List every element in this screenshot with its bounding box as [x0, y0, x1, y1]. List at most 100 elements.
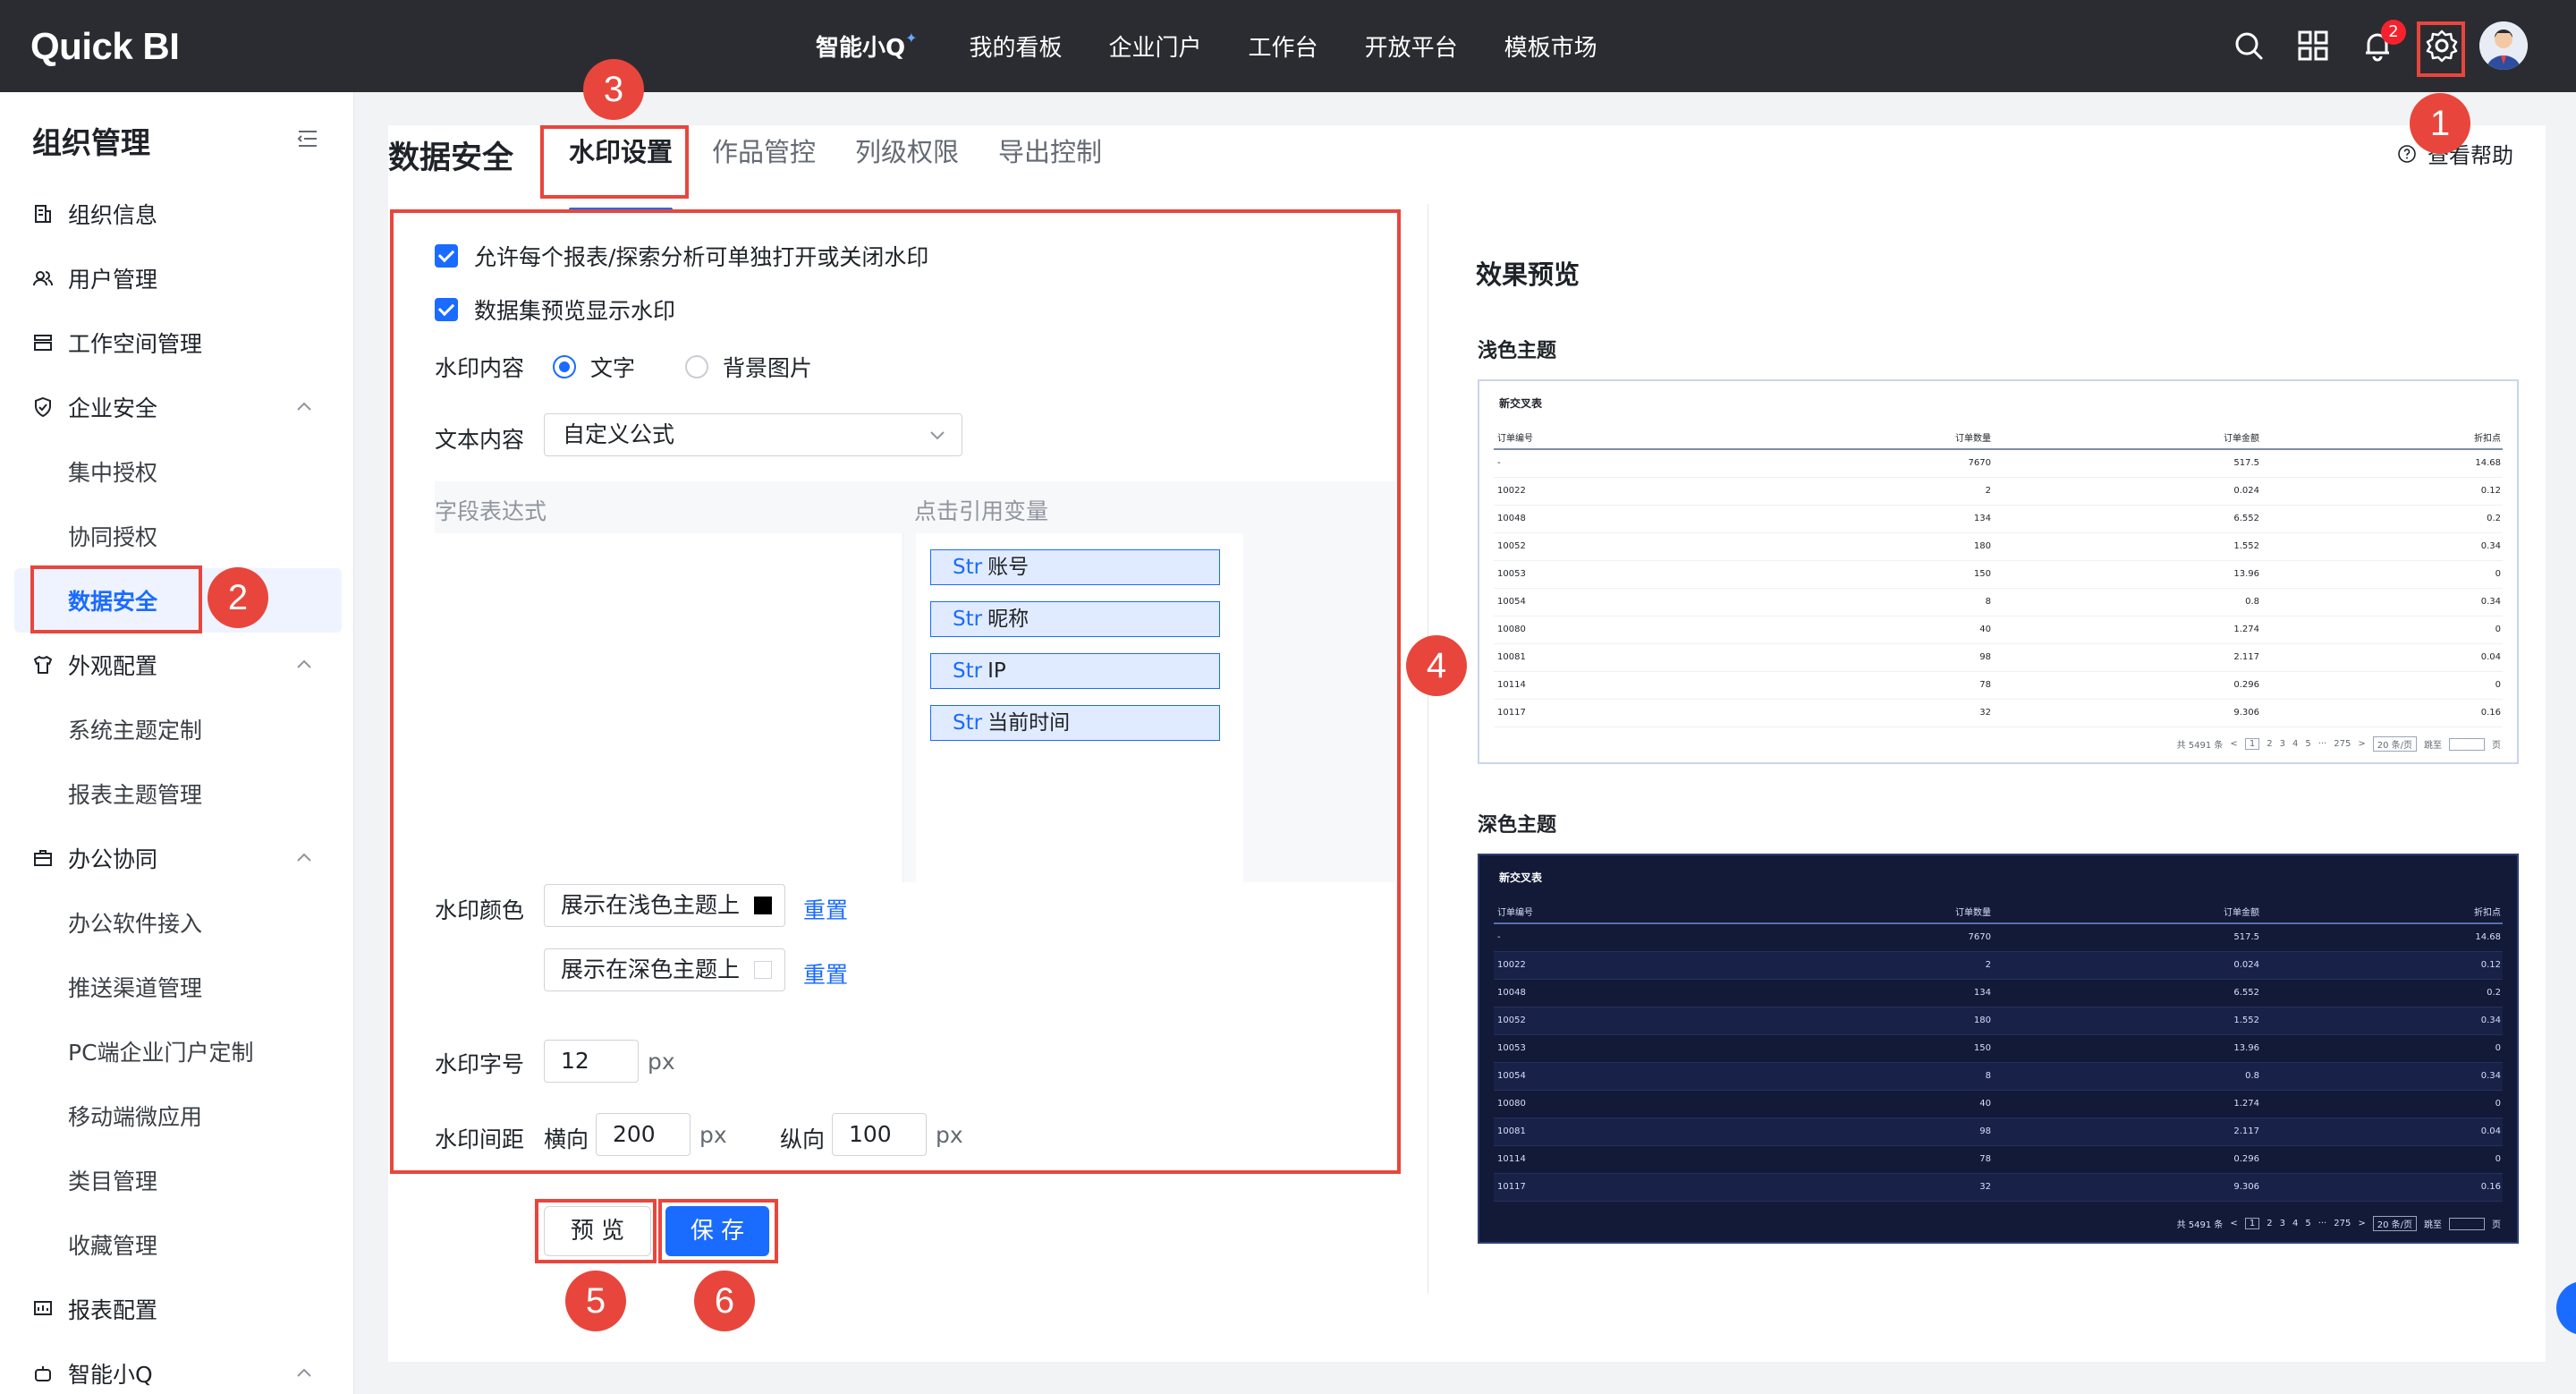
pagination-item[interactable]: >: [2358, 739, 2365, 749]
chevron-up-icon[interactable]: [293, 847, 315, 869]
pagination-item[interactable]: 20 条/页: [2372, 1216, 2417, 1231]
table-cell: 10053: [1497, 1043, 1526, 1053]
pagination-item[interactable]: 共 5491 条: [2177, 737, 2224, 751]
pagination-item[interactable]: 4: [2292, 739, 2298, 749]
pagination-item[interactable]: [2449, 1217, 2485, 1230]
table-cell: 150: [1973, 1043, 1991, 1053]
pagination-item[interactable]: 1: [2244, 1218, 2260, 1229]
table-cell: 78: [1979, 680, 1991, 690]
pagination-item[interactable]: 共 5491 条: [2177, 1217, 2224, 1230]
chevron-up-icon[interactable]: [293, 396, 315, 418]
table-cell: 13.96: [2233, 569, 2259, 579]
table-cell: 134: [1973, 514, 1991, 523]
collapse-menu-icon[interactable]: [295, 126, 320, 151]
annotation-box-5: [535, 1199, 657, 1263]
table-cell: 0.2: [2487, 988, 2501, 998]
pagination-item[interactable]: 20 条/页: [2372, 736, 2417, 752]
table-cell: 7670: [1968, 458, 1991, 468]
column-header: 订单数量: [1955, 434, 1991, 444]
table-cell: 2.117: [2233, 652, 2259, 662]
pagination-item[interactable]: >: [2358, 1219, 2365, 1228]
pagination-item[interactable]: 页: [2492, 737, 2501, 751]
sidebar-item-org-info[interactable]: 组织信息: [0, 182, 353, 246]
pagination-item[interactable]: 5: [2305, 739, 2310, 749]
sidebar-item-mobile-app[interactable]: 移动端微应用: [0, 1084, 353, 1148]
sidebar-item-report-config[interactable]: 报表配置: [0, 1277, 353, 1341]
table-cell: 10022: [1497, 960, 1526, 970]
pagination-item[interactable]: 5: [2305, 1219, 2310, 1228]
tab-export-control[interactable]: 导出控制: [998, 125, 1102, 206]
sidebar-item-category[interactable]: 类目管理: [0, 1148, 353, 1212]
table-cell: 14.68: [2475, 458, 2501, 468]
pagination-item[interactable]: 3: [2280, 739, 2285, 749]
preview-table-header: 订单编号 订单数量 订单金额 折扣点: [1494, 422, 2503, 450]
pagination-item[interactable]: 页: [2492, 1217, 2501, 1230]
nav-workbench[interactable]: 工作台: [1249, 30, 1318, 63]
sidebar-item-push-channel[interactable]: 推送渠道管理: [0, 955, 353, 1019]
sidebar-item-label: 协同授权: [68, 524, 158, 550]
table-row: 10053 150 13.96 0: [1494, 561, 2503, 589]
tab-work-control[interactable]: 作品管控: [712, 125, 816, 206]
table-cell: 7670: [1968, 932, 1991, 942]
sidebar-item-office-collab[interactable]: 办公协同: [0, 826, 353, 890]
pagination-item[interactable]: 2: [2267, 739, 2272, 749]
pagination-item[interactable]: 275: [2334, 739, 2351, 749]
sidebar-item-collab-auth[interactable]: 协同授权: [0, 504, 353, 568]
annotation-badge-6: 6: [694, 1271, 755, 1331]
building-icon: [35, 205, 51, 223]
table-cell: 0.34: [2480, 597, 2501, 607]
table-cell: 0.296: [2233, 1154, 2259, 1164]
table-cell: 10081: [1497, 1126, 1526, 1136]
sidebar-item-workspace[interactable]: 工作空间管理: [0, 310, 353, 375]
pagination-item[interactable]: 2: [2267, 1219, 2272, 1228]
pagination-item[interactable]: 275: [2334, 1219, 2351, 1228]
nav-template-market[interactable]: 模板市场: [1504, 30, 1597, 63]
nav-smart-q[interactable]: 智能小Q✦: [816, 30, 918, 63]
sidebar-item-office-software[interactable]: 办公软件接入: [0, 890, 353, 955]
chevron-up-icon[interactable]: [293, 654, 315, 676]
chevron-up-icon[interactable]: [293, 1363, 315, 1384]
table-cell: 10053: [1497, 569, 1526, 579]
table-row: 10048 134 6.552 0.2: [1494, 506, 2503, 533]
shield-icon: [35, 396, 51, 418]
sidebar-item-central-auth[interactable]: 集中授权: [0, 439, 353, 504]
table-cell: 0.34: [2480, 1016, 2501, 1025]
nav-my-dashboard[interactable]: 我的看板: [970, 30, 1063, 63]
pagination-item[interactable]: ···: [2318, 1219, 2327, 1228]
sidebar-item-report-theme[interactable]: 报表主题管理: [0, 761, 353, 826]
table-cell: 0: [2495, 1154, 2501, 1164]
annotation-badge-3: 3: [583, 59, 644, 120]
sidebar-item-system-theme[interactable]: 系统主题定制: [0, 697, 353, 761]
pagination-item[interactable]: ···: [2318, 739, 2327, 749]
bell-icon[interactable]: 2: [2360, 20, 2406, 64]
pagination-item[interactable]: 跳至: [2424, 1217, 2442, 1230]
pagination-item[interactable]: <: [2230, 739, 2237, 749]
avatar[interactable]: [2479, 21, 2528, 70]
search-icon[interactable]: [2231, 28, 2267, 64]
nav-open-platform[interactable]: 开放平台: [1365, 30, 1458, 63]
app-logo[interactable]: Quick BI: [30, 25, 180, 68]
tab-column-permission[interactable]: 列级权限: [855, 125, 959, 206]
pagination-item[interactable]: 3: [2280, 1219, 2285, 1228]
table-cell: 0: [2495, 569, 2501, 579]
pagination-item[interactable]: 1: [2244, 738, 2260, 750]
sidebar-item-favorites[interactable]: 收藏管理: [0, 1212, 353, 1277]
sidebar-item-label: 类目管理: [68, 1169, 158, 1194]
pagination-item[interactable]: [2449, 737, 2485, 751]
table-cell: 0.024: [2233, 960, 2259, 970]
table-cell: 134: [1973, 988, 1991, 998]
sidebar-item-enterprise-security[interactable]: 企业安全: [0, 375, 353, 439]
sidebar-item-appearance[interactable]: 外观配置: [0, 633, 353, 697]
table-cell: 0: [2495, 680, 2501, 690]
pagination-item[interactable]: <: [2230, 1219, 2237, 1228]
floating-assistant-button[interactable]: [2556, 1281, 2576, 1335]
table-row: 10081 98 2.117 0.04: [1494, 1118, 2503, 1146]
pagination-item[interactable]: 4: [2292, 1219, 2298, 1228]
table-row: 10052 180 1.552 0.34: [1494, 1007, 2503, 1035]
pagination-item[interactable]: 跳至: [2424, 737, 2442, 751]
sidebar-item-smart-q[interactable]: 智能小Q: [0, 1341, 353, 1394]
sidebar-item-pc-portal[interactable]: PC端企业门户定制: [0, 1019, 353, 1084]
sidebar-item-users[interactable]: 用户管理: [0, 246, 353, 310]
apps-grid-icon[interactable]: [2295, 28, 2331, 64]
nav-enterprise-portal[interactable]: 企业门户: [1109, 30, 1202, 63]
